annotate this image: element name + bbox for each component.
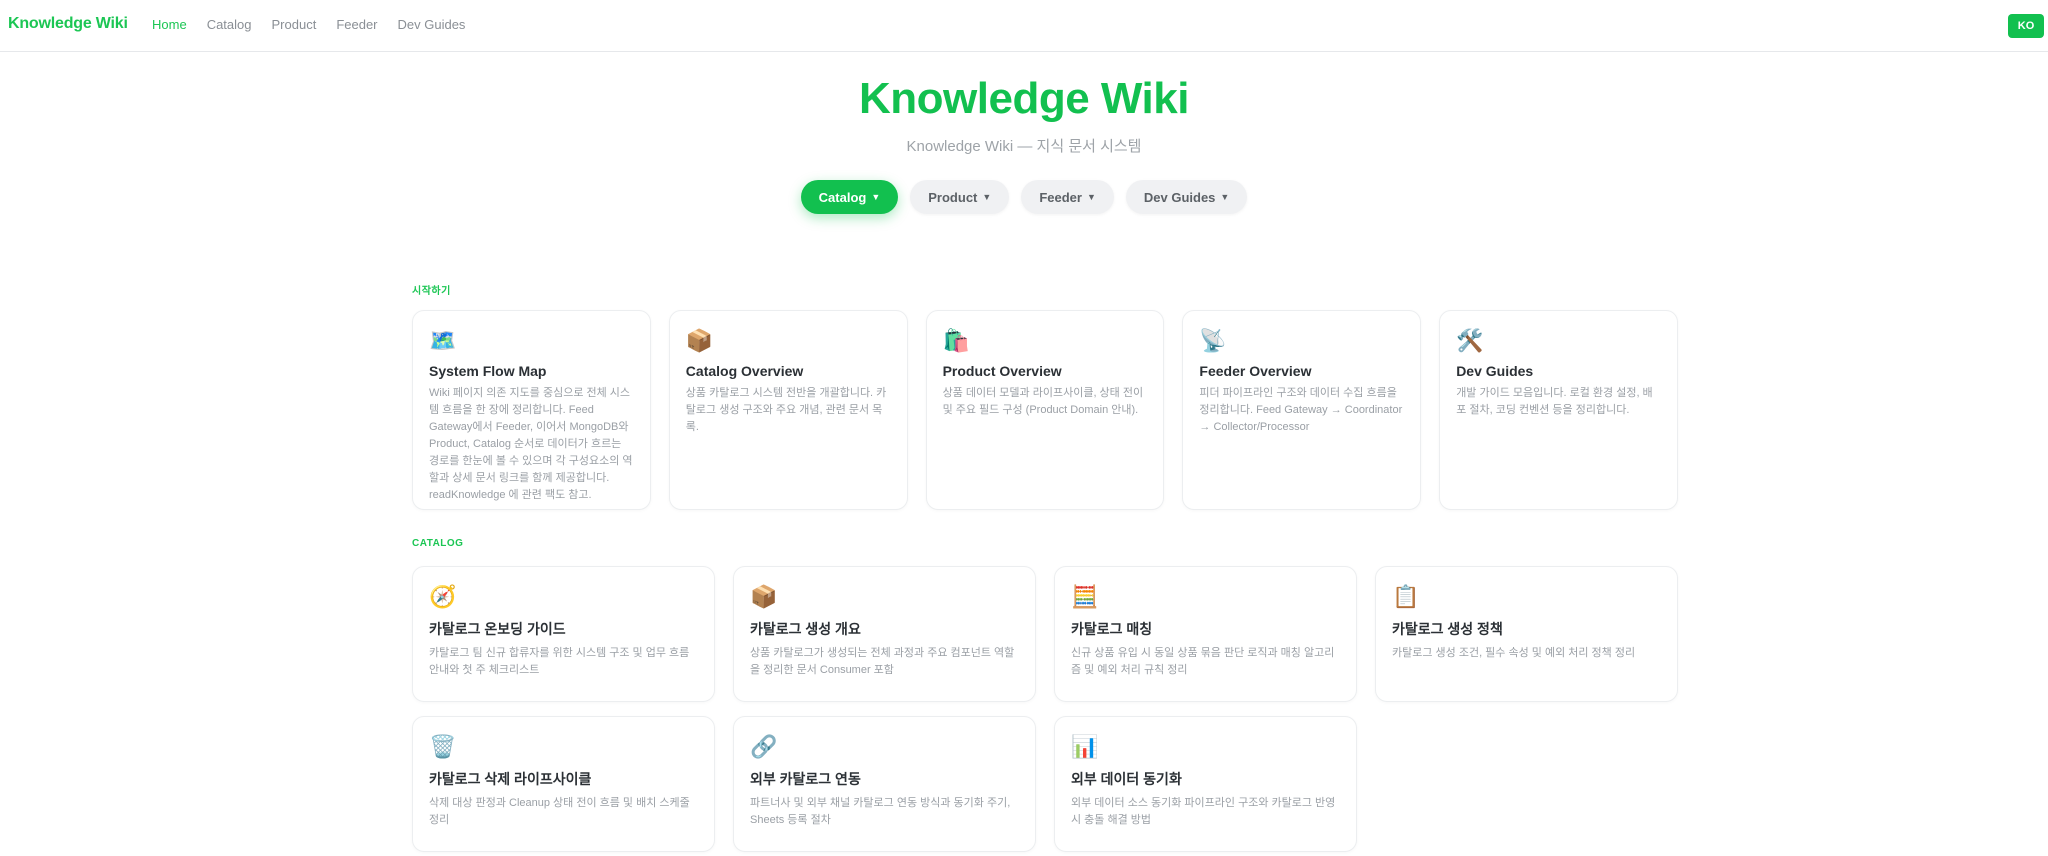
- card-title: Catalog Overview: [685, 363, 804, 379]
- chart-icon: 📊: [1071, 734, 1099, 759]
- main-nav: Home Catalog Product Feeder Dev Guides: [152, 17, 465, 32]
- card-title: 카탈로그 생성 정책: [1392, 621, 1503, 637]
- card-title: Dev Guides: [1456, 363, 1534, 379]
- card-title: 카탈로그 생성 개요: [750, 621, 861, 637]
- card-catalog-onboarding[interactable]: 🧭 카탈로그 온보딩 가이드 카탈로그 팀 신규 합류자를 위한 시스템 구조 …: [412, 566, 715, 702]
- card-description: 파트너사 및 외부 채널 카탈로그 연동 방식과 동기화 주기, Sheets …: [750, 797, 1011, 826]
- card-product-overview[interactable]: 🛍️ Product Overview 상품 데이터 모델과 라이프사이클, 상…: [925, 310, 1165, 510]
- card-catalog-deletion[interactable]: 🗑️ 카탈로그 삭제 라이프사이클 삭제 대상 판정과 Cleanup 상태 전…: [412, 716, 715, 852]
- chevron-down-icon: ▼: [871, 192, 881, 202]
- chevron-down-icon: ▼: [1086, 192, 1096, 202]
- card-title: 외부 데이터 동기화: [1071, 771, 1182, 787]
- chevron-down-icon: ▼: [1220, 192, 1230, 202]
- card-external-data-sync[interactable]: 📊 외부 데이터 동기화 외부 데이터 소스 동기화 파이프라인 구조와 카탈로…: [1054, 716, 1357, 852]
- card-description: Wiki 페이지 의존 지도를 중심으로 전체 시스템 흐름을 한 장에 정리합…: [429, 387, 633, 501]
- card-feeder-overview[interactable]: 📡 Feeder Overview 피더 파이프라인 구조와 데이터 수집 흐름…: [1182, 310, 1422, 510]
- pill-label: Dev Guides: [1143, 189, 1216, 205]
- satellite-icon: 📡: [1199, 328, 1227, 353]
- map-icon: 🗺️: [429, 328, 457, 353]
- pill-product[interactable]: Product ▼: [910, 180, 1010, 214]
- card-title: 카탈로그 온보딩 가이드: [429, 621, 566, 637]
- page-title: Knowledge Wiki: [859, 74, 1189, 123]
- card-catalog-creation[interactable]: 📦 카탈로그 생성 개요 상품 카탈로그가 생성되는 전체 과정과 주요 컴포넌…: [733, 566, 1036, 702]
- nav-link-feeder[interactable]: Feeder: [336, 17, 377, 32]
- language-toggle-button[interactable]: KO: [2008, 14, 2044, 38]
- section-label-catalog: CATALOG: [412, 538, 464, 549]
- card-description: 상품 카탈로그 시스템 전반을 개괄합니다. 카탈로그 생성 구조와 주요 개념…: [685, 387, 887, 433]
- card-system-flow-map[interactable]: 🗺️ System Flow Map Wiki 페이지 의존 지도를 중심으로 …: [412, 310, 651, 510]
- nav-link-home[interactable]: Home: [152, 17, 187, 32]
- abacus-icon: 🧮: [1071, 584, 1099, 609]
- link-icon: 🔗: [750, 734, 778, 759]
- card-dev-guides[interactable]: 🛠️ Dev Guides 개발 가이드 모음입니다. 로컬 환경 설정, 배포…: [1439, 310, 1678, 510]
- pill-label: Feeder: [1039, 189, 1082, 205]
- brand-logo[interactable]: Knowledge Wiki: [8, 15, 128, 33]
- page-subtitle: Knowledge Wiki — 지식 문서 시스템: [906, 138, 1142, 155]
- pill-catalog[interactable]: Catalog ▼: [800, 180, 899, 214]
- card-description: 신규 상품 유입 시 동일 상품 묶음 판단 로직과 매칭 알고리즘 및 예외 …: [1071, 647, 1335, 676]
- card-title: 외부 카탈로그 연동: [750, 771, 861, 787]
- card-external-catalog[interactable]: 🔗 외부 카탈로그 연동 파트너사 및 외부 채널 카탈로그 연동 방식과 동기…: [733, 716, 1036, 852]
- nav-link-catalog[interactable]: Catalog: [207, 17, 252, 32]
- card-description: 상품 카탈로그가 생성되는 전체 과정과 주요 컴포넌트 역할을 정리한 문서 …: [750, 647, 1015, 676]
- chevron-down-icon: ▼: [982, 192, 992, 202]
- card-description: 외부 데이터 소스 동기화 파이프라인 구조와 카탈로그 반영 시 충돌 해결 …: [1071, 797, 1336, 826]
- card-title: 카탈로그 매칭: [1071, 621, 1153, 637]
- category-pills: Catalog ▼ Product ▼ Feeder ▼ Dev Guides …: [0, 180, 2048, 214]
- card-title: System Flow Map: [429, 363, 547, 379]
- pill-label: Product: [928, 189, 978, 205]
- card-title: Product Overview: [942, 363, 1062, 379]
- nav-link-dev-guides[interactable]: Dev Guides: [398, 17, 466, 32]
- pill-dev-guides[interactable]: Dev Guides ▼: [1125, 180, 1248, 214]
- card-title: 카탈로그 삭제 라이프사이클: [429, 771, 592, 787]
- pill-feeder[interactable]: Feeder ▼: [1021, 180, 1114, 214]
- card-catalog-overview[interactable]: 📦 Catalog Overview 상품 카탈로그 시스템 전반을 개괄합니다…: [668, 310, 908, 510]
- nav-link-product[interactable]: Product: [272, 17, 317, 32]
- package-icon: 📦: [685, 328, 714, 353]
- card-description: 개발 가이드 모음입니다. 로컬 환경 설정, 배포 절차, 코딩 컨벤션 등을…: [1456, 387, 1653, 416]
- overview-card-grid: 🗺️ System Flow Map Wiki 페이지 의존 지도를 중심으로 …: [412, 310, 1678, 510]
- package-icon: 📦: [750, 584, 778, 609]
- card-catalog-policy[interactable]: 📋 카탈로그 생성 정책 카탈로그 생성 조건, 필수 속성 및 예외 처리 정…: [1375, 566, 1678, 702]
- shopping-bags-icon: 🛍️: [942, 328, 970, 353]
- tools-icon: 🛠️: [1456, 328, 1484, 353]
- compass-icon: 🧭: [429, 584, 457, 609]
- card-description: 삭제 대상 판정과 Cleanup 상태 전이 흐름 및 배치 스케줄 정리: [429, 797, 690, 826]
- trash-icon: 🗑️: [429, 734, 457, 759]
- clipboard-icon: 📋: [1392, 584, 1420, 609]
- card-description: 카탈로그 팀 신규 합류자를 위한 시스템 구조 및 업무 흐름 안내와 첫 주…: [429, 647, 690, 676]
- card-description: 피더 파이프라인 구조와 데이터 수집 흐름을 정리합니다. Feed Gate…: [1199, 387, 1403, 433]
- card-title: Feeder Overview: [1199, 363, 1312, 379]
- pill-label: Catalog: [818, 189, 867, 205]
- section-label-overview: 시작하기: [412, 286, 451, 297]
- card-catalog-matching[interactable]: 🧮 카탈로그 매칭 신규 상품 유입 시 동일 상품 묶음 판단 로직과 매칭 …: [1054, 566, 1357, 702]
- top-navbar: Knowledge Wiki Home Catalog Product Feed…: [0, 0, 2048, 52]
- catalog-card-grid: 🧭 카탈로그 온보딩 가이드 카탈로그 팀 신규 합류자를 위한 시스템 구조 …: [412, 566, 1678, 852]
- card-description: 카탈로그 생성 조건, 필수 속성 및 예외 처리 정책 정리: [1392, 647, 1636, 659]
- card-description: 상품 데이터 모델과 라이프사이클, 상태 전이 및 주요 필드 구성 (Pro…: [942, 387, 1144, 416]
